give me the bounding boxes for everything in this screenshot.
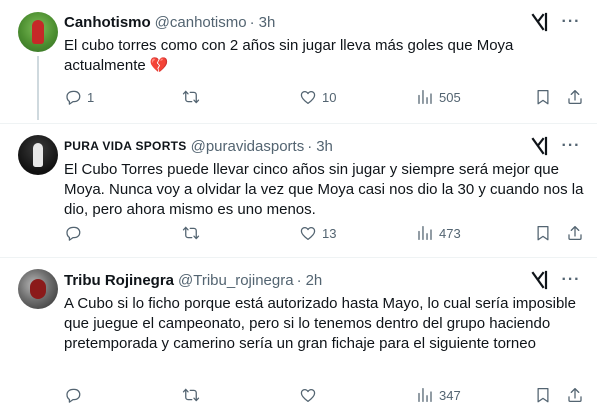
action-bar: 1 10 505 <box>64 87 584 107</box>
reply-count: 1 <box>87 89 95 105</box>
views-count: 473 <box>439 225 461 241</box>
heart-icon <box>299 386 317 404</box>
grok-icon[interactable] <box>531 270 549 290</box>
reply-icon <box>64 224 82 242</box>
retweet-icon <box>182 386 200 404</box>
bookmark-button[interactable] <box>534 223 552 243</box>
bookmark-icon <box>534 224 552 242</box>
tweet[interactable]: Tribu Rojinegra @Tribu_rojinegra · 2h ··… <box>0 257 597 413</box>
avatar[interactable] <box>18 269 58 309</box>
grok-icon[interactable] <box>531 12 549 32</box>
tweet[interactable]: PURA VIDA SPORTS @puravidasports · 3h ··… <box>0 123 597 257</box>
more-icon[interactable]: ··· <box>561 12 581 32</box>
views-count: 505 <box>439 89 461 105</box>
share-icon <box>566 224 584 242</box>
tweet-time[interactable]: 2h <box>306 272 323 289</box>
bookmark-button[interactable] <box>534 87 552 107</box>
reply-icon <box>64 88 82 106</box>
tweet[interactable]: Canhotismo @canhotismo · 3h ··· El cubo … <box>0 0 597 123</box>
tweet-header: PURA VIDA SPORTS @puravidasports · 3h <box>64 136 333 156</box>
thread-connector <box>37 56 39 120</box>
retweet-icon <box>182 88 200 106</box>
share-icon <box>566 386 584 404</box>
bookmark-icon <box>534 386 552 404</box>
views-button[interactable]: 347 <box>416 385 461 405</box>
views-chart-icon <box>416 224 434 242</box>
reply-button[interactable] <box>64 385 87 405</box>
like-button[interactable] <box>299 385 322 405</box>
reply-icon <box>64 386 82 404</box>
avatar[interactable] <box>18 135 58 175</box>
heart-icon <box>299 88 317 106</box>
separator-dot: · <box>249 13 255 31</box>
author-name[interactable]: Tribu Rojinegra <box>64 272 174 289</box>
author-name[interactable]: Canhotismo <box>64 14 151 31</box>
share-button[interactable] <box>566 87 584 107</box>
tweet-time[interactable]: 3h <box>259 14 276 31</box>
tweet-text: A Cubo si lo ficho porque está autorizad… <box>64 295 576 352</box>
action-bar: 13 473 <box>64 223 584 243</box>
bookmark-icon <box>534 88 552 106</box>
grok-icon[interactable] <box>531 136 549 156</box>
more-icon[interactable]: ··· <box>561 136 581 156</box>
reply-button[interactable] <box>64 223 87 243</box>
heart-icon <box>299 224 317 242</box>
tweet-text: El cubo torres como con 2 años sin jugar… <box>64 37 514 74</box>
separator-dot: · <box>307 137 313 155</box>
tweet-text: El Cubo Torres puede llevar cinco años s… <box>64 161 584 218</box>
action-bar: 347 <box>64 385 584 405</box>
views-chart-icon <box>416 88 434 106</box>
share-icon <box>566 88 584 106</box>
bookmark-button[interactable] <box>534 385 552 405</box>
retweet-icon <box>182 224 200 242</box>
reply-button[interactable]: 1 <box>64 87 94 107</box>
avatar-figure <box>32 20 44 44</box>
author-handle[interactable]: @puravidasports <box>191 138 305 155</box>
share-button[interactable] <box>566 385 584 405</box>
like-button[interactable]: 10 <box>299 87 336 107</box>
views-button[interactable]: 473 <box>416 223 461 243</box>
separator-dot: · <box>296 271 302 289</box>
views-button[interactable]: 505 <box>416 87 461 107</box>
views-chart-icon <box>416 386 434 404</box>
share-button[interactable] <box>566 223 584 243</box>
retweet-button[interactable] <box>182 87 205 107</box>
tweet-header: Canhotismo @canhotismo · 3h <box>64 12 275 32</box>
avatar-figure <box>33 143 43 167</box>
retweet-button[interactable] <box>182 385 205 405</box>
retweet-button[interactable] <box>182 223 205 243</box>
more-icon[interactable]: ··· <box>561 270 581 290</box>
like-count: 10 <box>322 89 337 105</box>
author-name[interactable]: PURA VIDA SPORTS <box>64 139 187 153</box>
like-button[interactable]: 13 <box>299 223 336 243</box>
views-count: 347 <box>439 387 461 403</box>
author-handle[interactable]: @canhotismo <box>155 14 247 31</box>
tweet-time[interactable]: 3h <box>316 138 333 155</box>
author-handle[interactable]: @Tribu_rojinegra <box>178 272 294 289</box>
avatar-figure <box>30 279 46 299</box>
tweet-header: Tribu Rojinegra @Tribu_rojinegra · 2h <box>64 270 322 290</box>
avatar[interactable] <box>18 12 58 52</box>
like-count: 13 <box>322 225 337 241</box>
